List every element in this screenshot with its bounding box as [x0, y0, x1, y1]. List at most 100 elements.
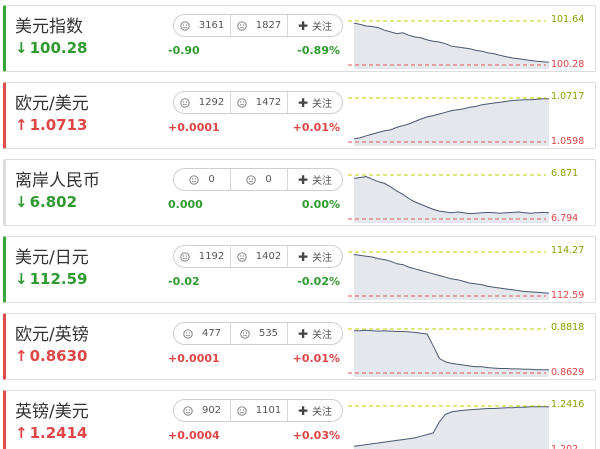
follow-button[interactable]: ✚ 关注 — [288, 400, 342, 421]
bearish-count: 0 — [265, 174, 272, 185]
price-change: +0.0001 — [168, 121, 220, 134]
sentiment-bar: 902 1101 ✚ 关注 — [173, 399, 343, 422]
bullish-count: 1192 — [198, 251, 225, 262]
bearish-count: 1402 — [255, 251, 282, 262]
price-change: +0.0004 — [168, 429, 220, 442]
bullish-vote-button[interactable]: 0 — [174, 169, 231, 190]
instrument-name[interactable]: 英镑/美元 — [15, 397, 89, 422]
sparkline-chart[interactable]: 1.2416 1.202 — [348, 393, 595, 449]
bearish-vote-button[interactable]: 1472 — [231, 92, 288, 113]
follow-button[interactable]: ✚ 关注 — [288, 323, 342, 344]
plus-icon: ✚ — [297, 326, 309, 341]
bearish-vote-button[interactable]: 1402 — [231, 246, 288, 267]
arrow-down-icon: ↓ — [15, 38, 28, 57]
bullish-vote-button[interactable]: 1192 — [174, 246, 231, 267]
follow-label: 关注 — [312, 330, 333, 341]
plus-icon: ✚ — [297, 249, 309, 264]
bullish-count: 0 — [208, 174, 215, 185]
high-reference-label: 1.0717 — [551, 91, 585, 102]
sentiment-bar: 0 0 ✚ 关注 — [173, 168, 343, 191]
bullish-vote-button[interactable]: 1292 — [174, 92, 231, 113]
current-price: ↓ 112.59 — [15, 270, 87, 288]
follow-button[interactable]: ✚ 关注 — [288, 15, 342, 36]
high-reference-label: 0.8818 — [551, 322, 585, 333]
quote-card[interactable]: 美元指数 ↓ 100.28 3161 1827 ✚ 关注 -0.90 -0.89% 101.64 1… — [3, 5, 596, 72]
arrow-down-icon: ↓ — [15, 192, 28, 211]
sentiment-bar: 3161 1827 ✚ 关注 — [173, 14, 343, 37]
current-price: ↓ 100.28 — [15, 39, 87, 57]
bullish-count: 477 — [201, 328, 222, 339]
smile-icon — [180, 97, 190, 108]
low-reference-label: 0.8629 — [551, 367, 585, 378]
current-price: ↑ 1.0713 — [15, 116, 87, 134]
instrument-name[interactable]: 欧元/美元 — [15, 89, 89, 114]
current-price: ↑ 1.2414 — [15, 424, 87, 442]
high-reference-label: 1.2416 — [551, 399, 585, 410]
low-reference-label: 100.28 — [551, 59, 585, 70]
price-value: 0.8630 — [29, 347, 88, 365]
instrument-name[interactable]: 美元指数 — [15, 12, 83, 37]
smile-icon — [180, 251, 190, 262]
quote-card[interactable]: 欧元/英镑 ↑ 0.8630 477 535 ✚ 关注 +0.0001 +0.01% 0.8818… — [3, 313, 596, 380]
current-price: ↑ 0.8630 — [15, 347, 87, 365]
instrument-name[interactable]: 欧元/英镑 — [15, 320, 89, 345]
quote-card[interactable]: 英镑/美元 ↑ 1.2414 902 1101 ✚ 关注 +0.0004 +0.03% 1.241… — [3, 390, 596, 449]
percent-change: 0.00% — [301, 198, 340, 211]
price-value: 100.28 — [29, 39, 88, 57]
bullish-count: 3161 — [198, 20, 225, 31]
sparkline-chart[interactable]: 0.8818 0.8629 — [348, 316, 595, 378]
bearish-vote-button[interactable]: 535 — [231, 323, 288, 344]
frown-icon — [237, 251, 247, 262]
bullish-vote-button[interactable]: 477 — [174, 323, 231, 344]
sparkline-chart[interactable]: 114.27 112.59 — [348, 239, 595, 301]
low-reference-label: 6.794 — [551, 213, 579, 224]
low-reference-label: 112.59 — [551, 290, 585, 301]
sparkline-area — [354, 176, 549, 223]
price-value: 1.2414 — [29, 424, 88, 442]
instrument-name[interactable]: 美元/日元 — [15, 243, 89, 268]
price-value: 6.802 — [29, 193, 78, 211]
follow-label: 关注 — [312, 253, 333, 264]
quote-card[interactable]: 美元/日元 ↓ 112.59 1192 1402 ✚ 关注 -0.02 -0.02% 114.27… — [3, 236, 596, 303]
price-change: +0.0001 — [168, 352, 220, 365]
price-value: 112.59 — [29, 270, 88, 288]
bearish-count: 1472 — [255, 97, 282, 108]
percent-change: +0.03% — [292, 429, 340, 442]
smile-icon — [183, 405, 193, 416]
percent-change: +0.01% — [292, 121, 340, 134]
bearish-count: 1101 — [255, 405, 282, 416]
quote-card[interactable]: 离岸人民币 ↓ 6.802 0 0 ✚ 关注 0.000 0.00% 6.871 6.794 — [3, 159, 596, 226]
follow-button[interactable]: ✚ 关注 — [288, 246, 342, 267]
bullish-vote-button[interactable]: 902 — [174, 400, 231, 421]
high-reference-label: 114.27 — [551, 245, 585, 256]
follow-button[interactable]: ✚ 关注 — [288, 92, 342, 113]
sentiment-bar: 1292 1472 ✚ 关注 — [173, 91, 343, 114]
plus-icon: ✚ — [297, 95, 309, 110]
smile-icon — [183, 328, 193, 339]
frown-icon — [240, 328, 250, 339]
arrow-up-icon: ↑ — [15, 423, 28, 442]
price-value: 1.0713 — [29, 116, 88, 134]
bullish-count: 902 — [201, 405, 222, 416]
sparkline-chart[interactable]: 1.0717 1.0598 — [348, 85, 595, 147]
frown-icon — [237, 405, 247, 416]
price-change: 0.000 — [168, 198, 203, 211]
sparkline-chart[interactable]: 6.871 6.794 — [348, 162, 595, 224]
sentiment-bar: 477 535 ✚ 关注 — [173, 322, 343, 345]
smile-icon — [189, 174, 199, 185]
sparkline-chart[interactable]: 101.64 100.28 — [348, 8, 595, 70]
plus-icon: ✚ — [297, 172, 309, 187]
frown-icon — [237, 97, 247, 108]
bearish-vote-button[interactable]: 0 — [231, 169, 288, 190]
bullish-count: 1292 — [198, 97, 225, 108]
high-reference-label: 101.64 — [551, 14, 585, 25]
low-reference-label: 1.0598 — [551, 136, 585, 147]
quote-card[interactable]: 欧元/美元 ↑ 1.0713 1292 1472 ✚ 关注 +0.0001 +0.01% 1.07… — [3, 82, 596, 149]
arrow-down-icon: ↓ — [15, 269, 28, 288]
bearish-vote-button[interactable]: 1101 — [231, 400, 288, 421]
follow-button[interactable]: ✚ 关注 — [288, 169, 342, 190]
bullish-vote-button[interactable]: 3161 — [174, 15, 231, 36]
instrument-name[interactable]: 离岸人民币 — [15, 166, 100, 191]
quote-list: 美元指数 ↓ 100.28 3161 1827 ✚ 关注 -0.90 -0.89% 101.64 1… — [0, 0, 600, 449]
bearish-vote-button[interactable]: 1827 — [231, 15, 288, 36]
